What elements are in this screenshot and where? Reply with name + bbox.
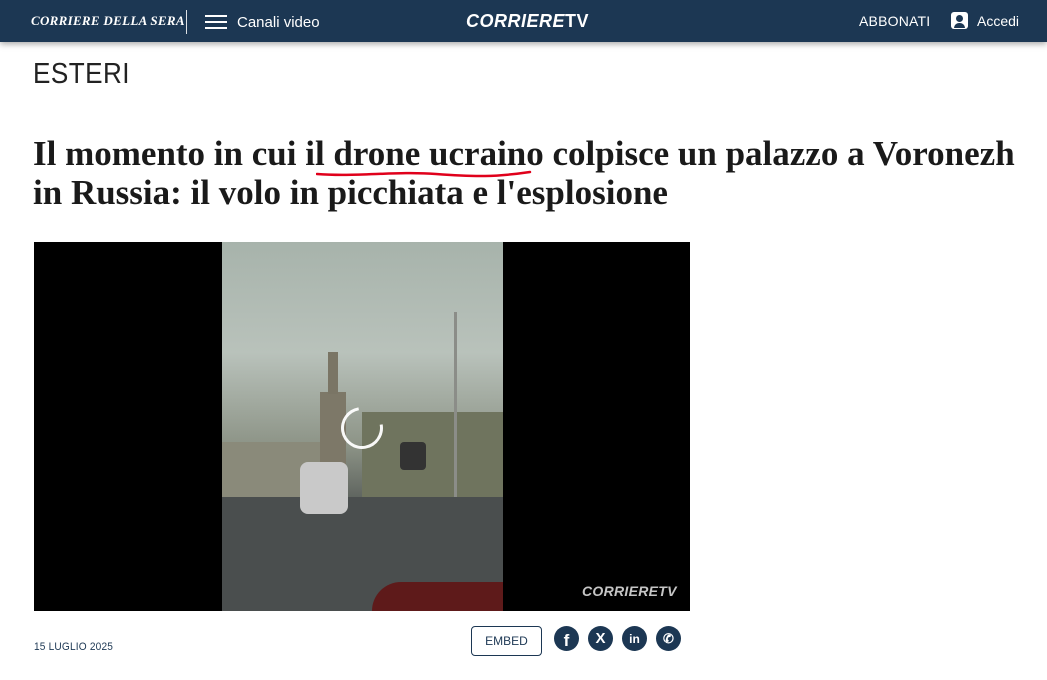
hand-drawn-underline	[316, 170, 532, 178]
subscribe-link[interactable]: ABBONATI	[859, 13, 930, 29]
publish-date: 15 LUGLIO 2025	[34, 641, 114, 653]
linkedin-share-button[interactable]: in	[622, 626, 647, 651]
header-divider	[186, 10, 187, 34]
video-channels-menu-button[interactable]: Canali video	[205, 9, 320, 35]
video-player[interactable]: CORRIERETV	[34, 242, 690, 611]
facebook-share-button[interactable]: f	[554, 626, 579, 651]
facebook-icon: f	[563, 630, 570, 650]
linkedin-icon: in	[629, 631, 640, 646]
user-icon	[951, 12, 968, 29]
corriere-della-sera-logo[interactable]: CORRIERE DELLA SERA	[31, 13, 185, 29]
section-label[interactable]: ESTERI	[33, 58, 130, 91]
video-watermark-text: CORRIERE	[582, 583, 659, 599]
whatsapp-icon: ✆	[663, 630, 674, 646]
video-channels-label: Canali video	[237, 13, 320, 31]
embed-button[interactable]: EMBED	[471, 626, 542, 656]
article-title: Il momento in cui il drone ucraino colpi…	[33, 134, 1015, 212]
corriere-tv-logo-text: CORRIERE	[466, 11, 566, 31]
login-label: Accedi	[977, 12, 1020, 29]
login-button[interactable]: Accedi	[951, 12, 1019, 29]
x-icon: X	[595, 630, 606, 647]
x-share-button[interactable]: X	[588, 626, 613, 651]
hamburger-menu-icon	[205, 14, 227, 30]
video-watermark: CORRIERETV	[582, 583, 677, 599]
whatsapp-share-button[interactable]: ✆	[656, 626, 681, 651]
corriere-tv-logo[interactable]: CORRIERETV	[466, 11, 589, 32]
video-watermark-suffix: TV	[658, 583, 677, 599]
corriere-tv-logo-suffix: TV	[565, 11, 590, 31]
top-navigation-bar: CORRIERE DELLA SERA Canali video CORRIER…	[0, 0, 1047, 42]
